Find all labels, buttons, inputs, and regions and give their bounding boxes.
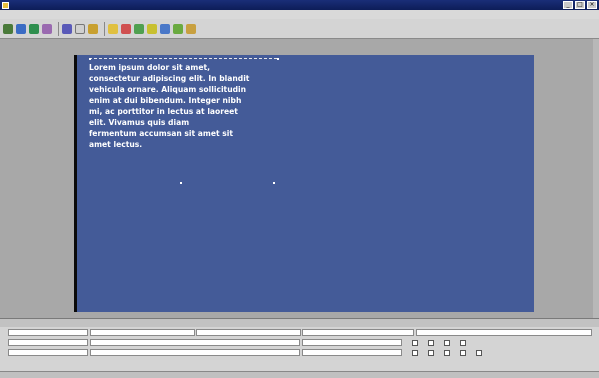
toolbar-separator [104, 21, 105, 36]
italic-checkbox[interactable] [428, 340, 434, 346]
properties-panel [0, 318, 599, 378]
vertical-scrollbar[interactable] [593, 39, 599, 318]
slide-canvas[interactable]: Lorem ipsum dolor sit amet, consectetur … [74, 55, 534, 312]
shape-icon[interactable] [121, 23, 131, 34]
save-icon[interactable] [29, 23, 39, 34]
size-field[interactable] [416, 329, 592, 336]
menu-bar [0, 10, 599, 19]
settings-icon[interactable] [186, 23, 196, 34]
status-bar [0, 371, 599, 378]
type-field[interactable] [302, 329, 414, 336]
spacing-field[interactable] [302, 349, 402, 356]
slide-body-text[interactable]: Lorem ipsum dolor sit amet, consectetur … [89, 62, 277, 150]
underline-checkbox[interactable] [444, 340, 450, 346]
play-icon[interactable] [173, 23, 183, 34]
font-field[interactable] [90, 339, 300, 346]
selection-handle[interactable] [277, 58, 279, 60]
name-field[interactable] [8, 329, 88, 336]
toolbar [0, 19, 599, 39]
workspace: Lorem ipsum dolor sit amet, consectetur … [0, 39, 599, 318]
toolbar-separator [58, 21, 59, 36]
cut-icon[interactable] [62, 23, 72, 34]
rotation-field[interactable] [8, 349, 88, 356]
print-icon[interactable] [42, 23, 52, 34]
title-bar: _ □ × [0, 0, 599, 10]
paste-icon[interactable] [88, 23, 98, 34]
window-controls: _ □ × [563, 1, 597, 9]
effect-field[interactable] [90, 349, 300, 356]
style-field[interactable] [196, 329, 301, 336]
value-field[interactable] [90, 329, 195, 336]
open-icon[interactable] [16, 23, 26, 34]
copy-icon[interactable] [75, 23, 85, 34]
selection-handle[interactable] [89, 58, 91, 60]
alignment-field[interactable] [302, 339, 402, 346]
option-checkbox[interactable] [476, 350, 482, 356]
position-field[interactable] [8, 339, 88, 346]
text-frame[interactable]: Lorem ipsum dolor sit amet, consectetur … [89, 58, 277, 183]
strike-checkbox[interactable] [460, 340, 466, 346]
table-icon[interactable] [147, 23, 157, 34]
option-checkbox[interactable] [428, 350, 434, 356]
new-icon[interactable] [3, 23, 13, 34]
selection-handle[interactable] [180, 182, 182, 184]
maximize-button[interactable]: □ [575, 1, 585, 9]
option-checkbox[interactable] [460, 350, 466, 356]
close-button[interactable]: × [587, 1, 597, 9]
bold-checkbox[interactable] [412, 340, 418, 346]
image-icon[interactable] [108, 23, 118, 34]
text-icon[interactable] [160, 23, 170, 34]
panel-title [0, 319, 599, 327]
app-icon [2, 1, 9, 9]
chart-icon[interactable] [134, 23, 144, 34]
minimize-button[interactable]: _ [563, 1, 573, 9]
option-checkbox[interactable] [444, 350, 450, 356]
selection-handle[interactable] [273, 182, 275, 184]
option-checkbox[interactable] [412, 350, 418, 356]
